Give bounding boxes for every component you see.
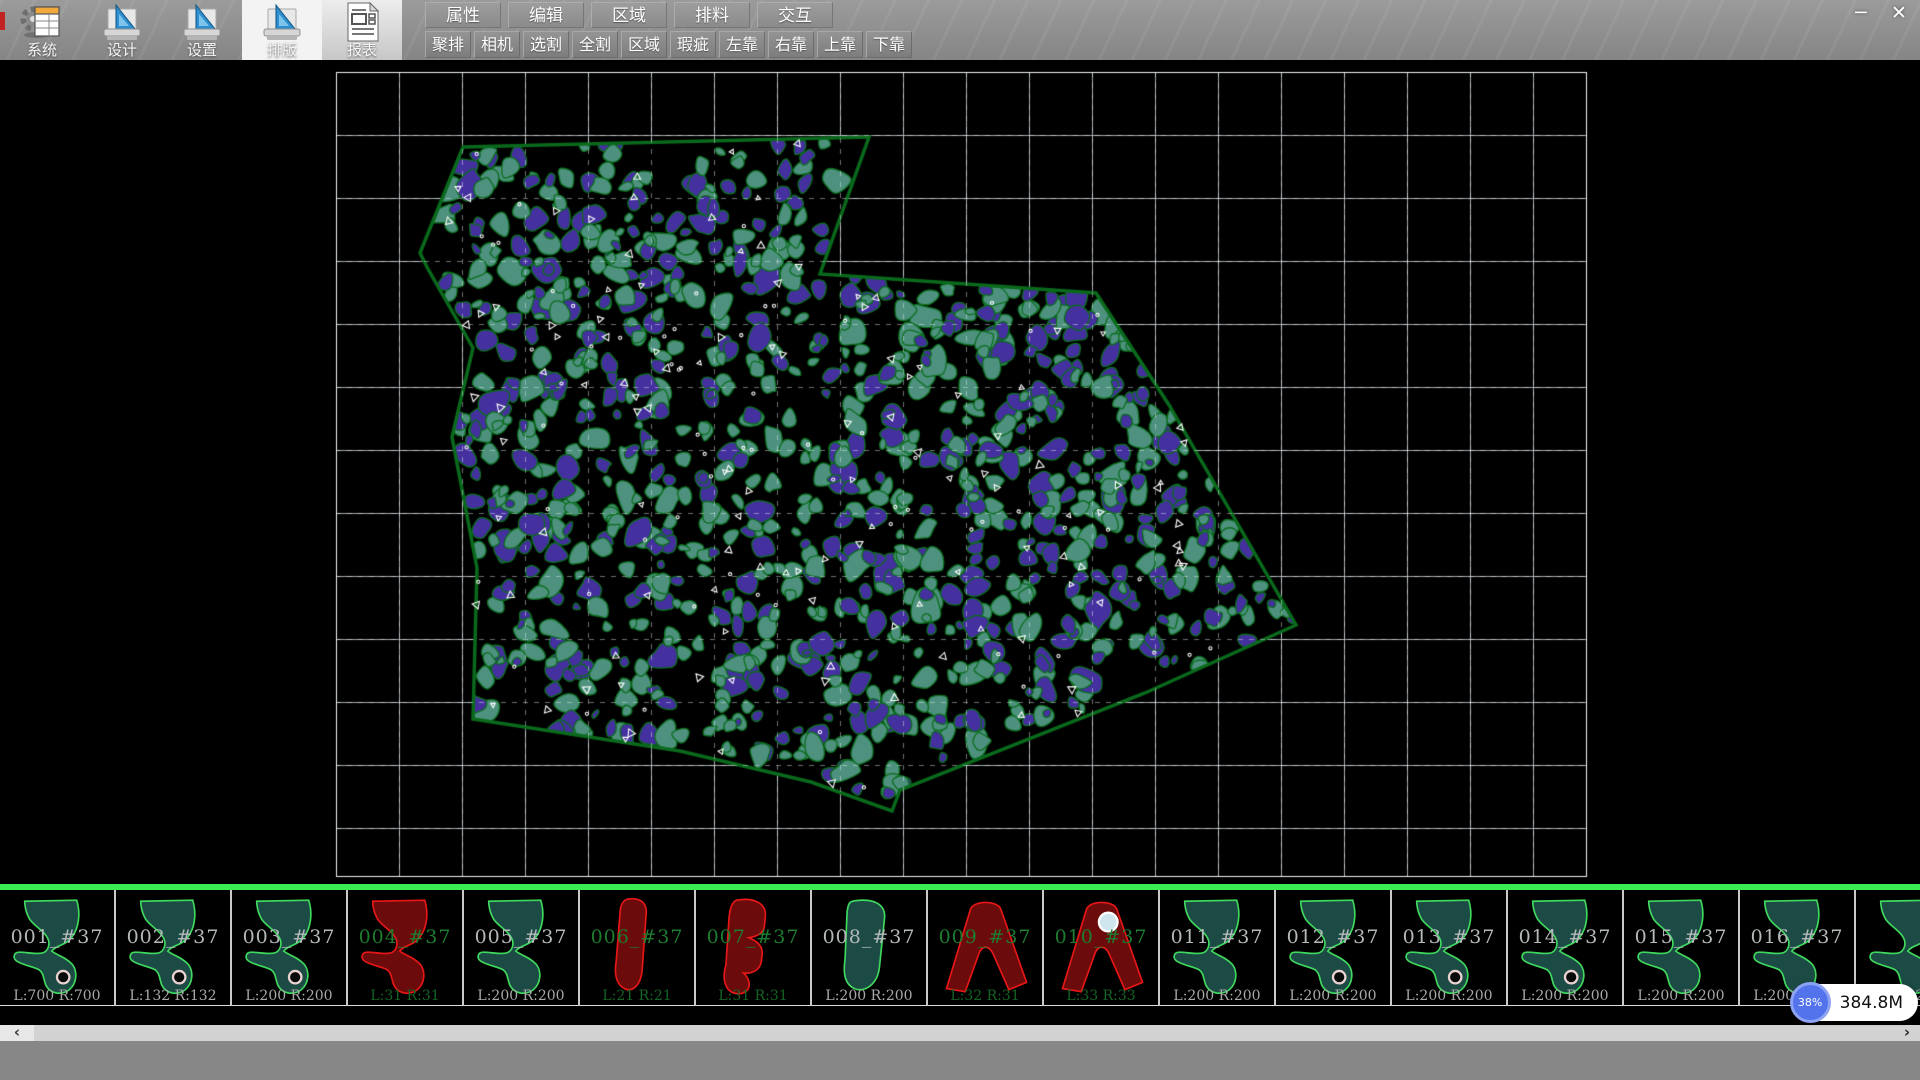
piece-name: 006_#37 bbox=[580, 926, 694, 948]
piece-lr-count: L:132 R:132 bbox=[116, 988, 230, 1004]
piece-name: 012_#37 bbox=[1276, 926, 1390, 948]
tool-button-2[interactable]: 相机 bbox=[474, 31, 520, 58]
app-window: 系统 设计 设置 排版 报表 属性编辑区域排料交互 聚排相机选割全割区域瑕疵左靠… bbox=[0, 0, 1920, 1080]
toolbar-item-setup[interactable]: 设置 bbox=[162, 0, 242, 60]
piece-name: 001_#37 bbox=[0, 926, 114, 948]
piece-lr-count: L:31 R:31 bbox=[348, 988, 462, 1004]
tool-button-7[interactable]: 左靠 bbox=[719, 31, 765, 58]
piece-name: 014_#37 bbox=[1508, 926, 1622, 948]
piece-thumbnail-11[interactable]: 011_#37 L:200 R:200 bbox=[1160, 890, 1276, 1006]
toolbar-item-nesting[interactable]: 排版 bbox=[242, 0, 322, 60]
piece-name: 013_#37 bbox=[1392, 926, 1506, 948]
tool-button-9[interactable]: 上靠 bbox=[817, 31, 863, 58]
gear-table-icon bbox=[19, 2, 65, 42]
memory-text: 384.8M bbox=[1840, 993, 1903, 1013]
piece-lr-count: L:200 R:200 bbox=[1392, 988, 1506, 1004]
tool-button-8[interactable]: 右靠 bbox=[768, 31, 814, 58]
minimize-button[interactable]: ─ bbox=[1846, 1, 1876, 27]
close-button[interactable]: ✕ bbox=[1884, 1, 1914, 27]
menu-tab-5[interactable]: 交互 bbox=[757, 2, 833, 28]
toolbar-item-system[interactable]: 系统 bbox=[2, 0, 82, 60]
piece-name: 004_#37 bbox=[348, 926, 462, 948]
toolbar-item-label: 设计 bbox=[107, 42, 137, 58]
piece-lr-count: L:21 R:21 bbox=[580, 988, 694, 1004]
piece-thumbnail-14[interactable]: 014_#37 L:200 R:200 bbox=[1508, 890, 1624, 1006]
piece-lr-count: L:32 R:31 bbox=[928, 988, 1042, 1004]
piece-lr-count: L:200 R:200 bbox=[1276, 988, 1390, 1004]
piece-thumbnail-7[interactable]: 007_#37 L:31 R:31 bbox=[696, 890, 812, 1006]
strip-gap bbox=[0, 1006, 1920, 1025]
piece-thumbnail-1[interactable]: 001_#37 L:700 R:700 bbox=[0, 890, 116, 1006]
toolbar-item-label: 系统 bbox=[27, 42, 57, 58]
toolbar-item-label: 报表 bbox=[347, 42, 377, 58]
piece-thumbnail-2[interactable]: 002_#37 L:132 R:132 bbox=[116, 890, 232, 1006]
piece-name: 008_#37 bbox=[812, 926, 926, 948]
main-toolbar: 系统 设计 设置 排版 报表 bbox=[2, 0, 402, 60]
menu-tab-2[interactable]: 编辑 bbox=[508, 2, 584, 28]
piece-name: 011_#37 bbox=[1160, 926, 1274, 948]
tool-button-4[interactable]: 全割 bbox=[572, 31, 618, 58]
ruler-icon bbox=[99, 2, 145, 42]
piece-name: 007_#37 bbox=[696, 926, 810, 948]
menu-bar: 属性编辑区域排料交互 bbox=[425, 2, 833, 28]
piece-thumbnail-8[interactable]: 008_#37 L:200 R:200 bbox=[812, 890, 928, 1006]
piece-name: 002_#37 bbox=[116, 926, 230, 948]
percent-text: 38% bbox=[1798, 996, 1822, 1009]
status-bar bbox=[0, 1041, 1920, 1080]
piece-thumbnail-15[interactable]: 015_#37 L:200 R:200 bbox=[1624, 890, 1740, 1006]
piece-lr-count: L:200 R:200 bbox=[812, 988, 926, 1004]
percent-indicator: 38% bbox=[1790, 982, 1831, 1023]
piece-lr-count: L:33 R:33 bbox=[1044, 988, 1158, 1004]
piece-lr-count: L:31 R:31 bbox=[696, 988, 810, 1004]
toolbar-item-report[interactable]: 报表 bbox=[322, 0, 402, 60]
piece-name: 010_#37 bbox=[1044, 926, 1158, 948]
piece-thumbnail-9[interactable]: 009_#37 L:32 R:31 bbox=[928, 890, 1044, 1006]
piece-name: 009_#37 bbox=[928, 926, 1042, 948]
ruler-icon bbox=[179, 2, 225, 42]
tool-button-5[interactable]: 区域 bbox=[621, 31, 667, 58]
piece-lr-count: L:200 R:200 bbox=[1160, 988, 1274, 1004]
nesting-canvas[interactable] bbox=[0, 60, 1920, 884]
piece-thumbnail-12[interactable]: 012_#37 L:200 R:200 bbox=[1276, 890, 1392, 1006]
piece-thumbnail-6[interactable]: 006_#37 L:21 R:21 bbox=[580, 890, 696, 1006]
tool-button-3[interactable]: 选割 bbox=[523, 31, 569, 58]
scroll-track[interactable] bbox=[34, 1025, 1894, 1041]
piece-name: 003_#37 bbox=[232, 926, 346, 948]
piece-lr-count: L:700 R:700 bbox=[0, 988, 114, 1004]
scroll-right-arrow[interactable]: › bbox=[1894, 1025, 1920, 1041]
piece-thumbnail-5[interactable]: 005_#37 L:200 R:200 bbox=[464, 890, 580, 1006]
toolbar-item-label: 排版 bbox=[267, 42, 297, 58]
horizontal-scrollbar[interactable]: ‹ › bbox=[0, 1025, 1920, 1041]
memory-badge[interactable]: 38% 384.8M bbox=[1791, 984, 1918, 1021]
piece-lr-count: L:200 R:200 bbox=[1624, 988, 1738, 1004]
piece-name: 016_#37 bbox=[1740, 926, 1854, 948]
report-icon bbox=[339, 2, 385, 42]
window-controls: ─ ✕ bbox=[1846, 1, 1914, 27]
piece-thumbnail-strip: 001_#37 L:700 R:700 002_#37 L:132 R:132 00… bbox=[0, 890, 1920, 1006]
piece-lr-count: L:200 R:200 bbox=[464, 988, 578, 1004]
piece-thumbnail-10[interactable]: 010_#37 L:33 R:33 bbox=[1044, 890, 1160, 1006]
piece-lr-count: L:200 R:200 bbox=[1508, 988, 1622, 1004]
scroll-left-arrow[interactable]: ‹ bbox=[0, 1025, 34, 1041]
toolbar-item-label: 设置 bbox=[187, 42, 217, 58]
ruler-icon bbox=[259, 2, 305, 42]
piece-name: 015_#37 bbox=[1624, 926, 1738, 948]
tool-button-1[interactable]: 聚排 bbox=[425, 31, 471, 58]
piece-thumbnail-13[interactable]: 013_#37 L:200 R:200 bbox=[1392, 890, 1508, 1006]
titlebar: 系统 设计 设置 排版 报表 属性编辑区域排料交互 聚排相机选割全割区域瑕疵左靠… bbox=[0, 0, 1920, 60]
piece-thumbnail-4[interactable]: 004_#37 L:31 R:31 bbox=[348, 890, 464, 1006]
menu-tab-4[interactable]: 排料 bbox=[674, 2, 750, 28]
tool-button-6[interactable]: 瑕疵 bbox=[670, 31, 716, 58]
menu-tab-3[interactable]: 区域 bbox=[591, 2, 667, 28]
toolbar-item-design[interactable]: 设计 bbox=[82, 0, 162, 60]
piece-name: 005_#37 bbox=[464, 926, 578, 948]
tool-button-10[interactable]: 下靠 bbox=[866, 31, 912, 58]
tool-button-row: 聚排相机选割全割区域瑕疵左靠右靠上靠下靠 bbox=[425, 31, 912, 58]
piece-lr-count: L:200 R:200 bbox=[232, 988, 346, 1004]
piece-thumbnail-3[interactable]: 003_#37 L:200 R:200 bbox=[232, 890, 348, 1006]
menu-tab-1[interactable]: 属性 bbox=[425, 2, 501, 28]
